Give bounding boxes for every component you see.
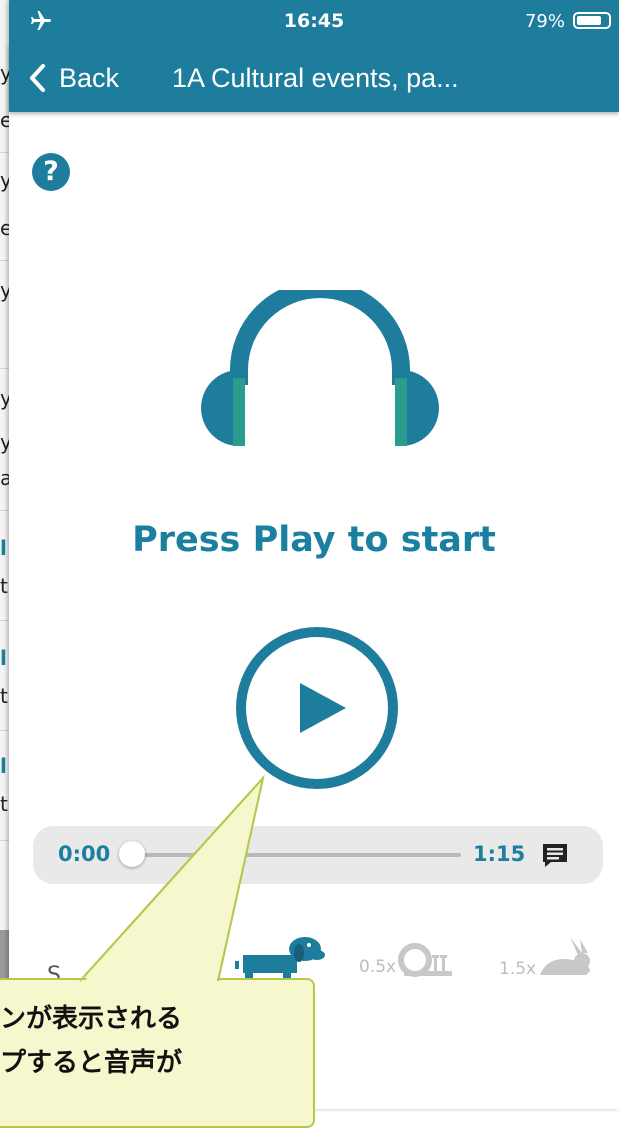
help-button[interactable]: ?	[32, 153, 70, 191]
progress-thumb[interactable]	[119, 841, 145, 867]
background-fragment: l	[0, 754, 7, 778]
background-fragment: y	[0, 430, 9, 454]
rabbit-icon	[540, 937, 591, 975]
play-prompt: Press Play to start	[132, 520, 496, 560]
snail-icon	[398, 943, 453, 977]
background-page-strip: y e y e y y y a l t l t l t	[0, 0, 9, 1109]
speed-normal-option[interactable]	[235, 935, 337, 983]
speed-1-5x-label: 1.5x	[499, 959, 537, 979]
dog-icon	[235, 937, 325, 983]
background-fragment: y	[0, 61, 9, 85]
back-button[interactable]: Back	[27, 58, 119, 98]
background-fragment: y	[0, 386, 9, 410]
audio-progress-bar: 0:00 1:15	[33, 826, 603, 884]
background-fragment: l	[0, 646, 7, 670]
headphones-icon	[201, 290, 439, 446]
background-fragment: y	[0, 278, 9, 302]
progress-track[interactable]	[131, 853, 461, 857]
nav-bar: Back 1A Cultural events, pa...	[9, 44, 619, 112]
battery-icon	[573, 12, 611, 29]
background-fragment: t	[0, 684, 8, 708]
audio-player-screen: 16:45 79% Back 1A Cultural events, pa...…	[9, 0, 619, 1109]
speed-0-5x-option[interactable]: 0.5x	[359, 943, 456, 977]
battery-percent: 79%	[524, 11, 565, 32]
speed-1-5x-option[interactable]: 1.5x	[499, 935, 594, 979]
background-fragment: e	[0, 216, 9, 240]
chevron-left-icon	[30, 64, 45, 92]
background-fragment: a	[0, 466, 9, 490]
play-button[interactable]	[234, 625, 400, 791]
current-time: 0:00	[58, 842, 111, 866]
background-fragment: l	[0, 536, 7, 560]
duration: 1:15	[473, 842, 526, 866]
annotation-callout: ンが表示される プすると音声が	[0, 978, 315, 1128]
page-title: 1A Cultural events, pa...	[172, 63, 459, 93]
back-label: Back	[59, 62, 120, 93]
background-fragment: t	[0, 792, 8, 816]
callout-line-2: プすると音声が	[0, 1048, 183, 1078]
callout-line-1: ンが表示される	[0, 1004, 183, 1034]
transcript-icon[interactable]	[541, 842, 569, 868]
background-fragment: t	[0, 574, 8, 598]
background-fragment: e	[0, 108, 9, 132]
background-fragment: y	[0, 168, 9, 192]
status-bar: 16:45 79%	[9, 0, 619, 44]
speed-0-5x-label: 0.5x	[359, 957, 397, 977]
